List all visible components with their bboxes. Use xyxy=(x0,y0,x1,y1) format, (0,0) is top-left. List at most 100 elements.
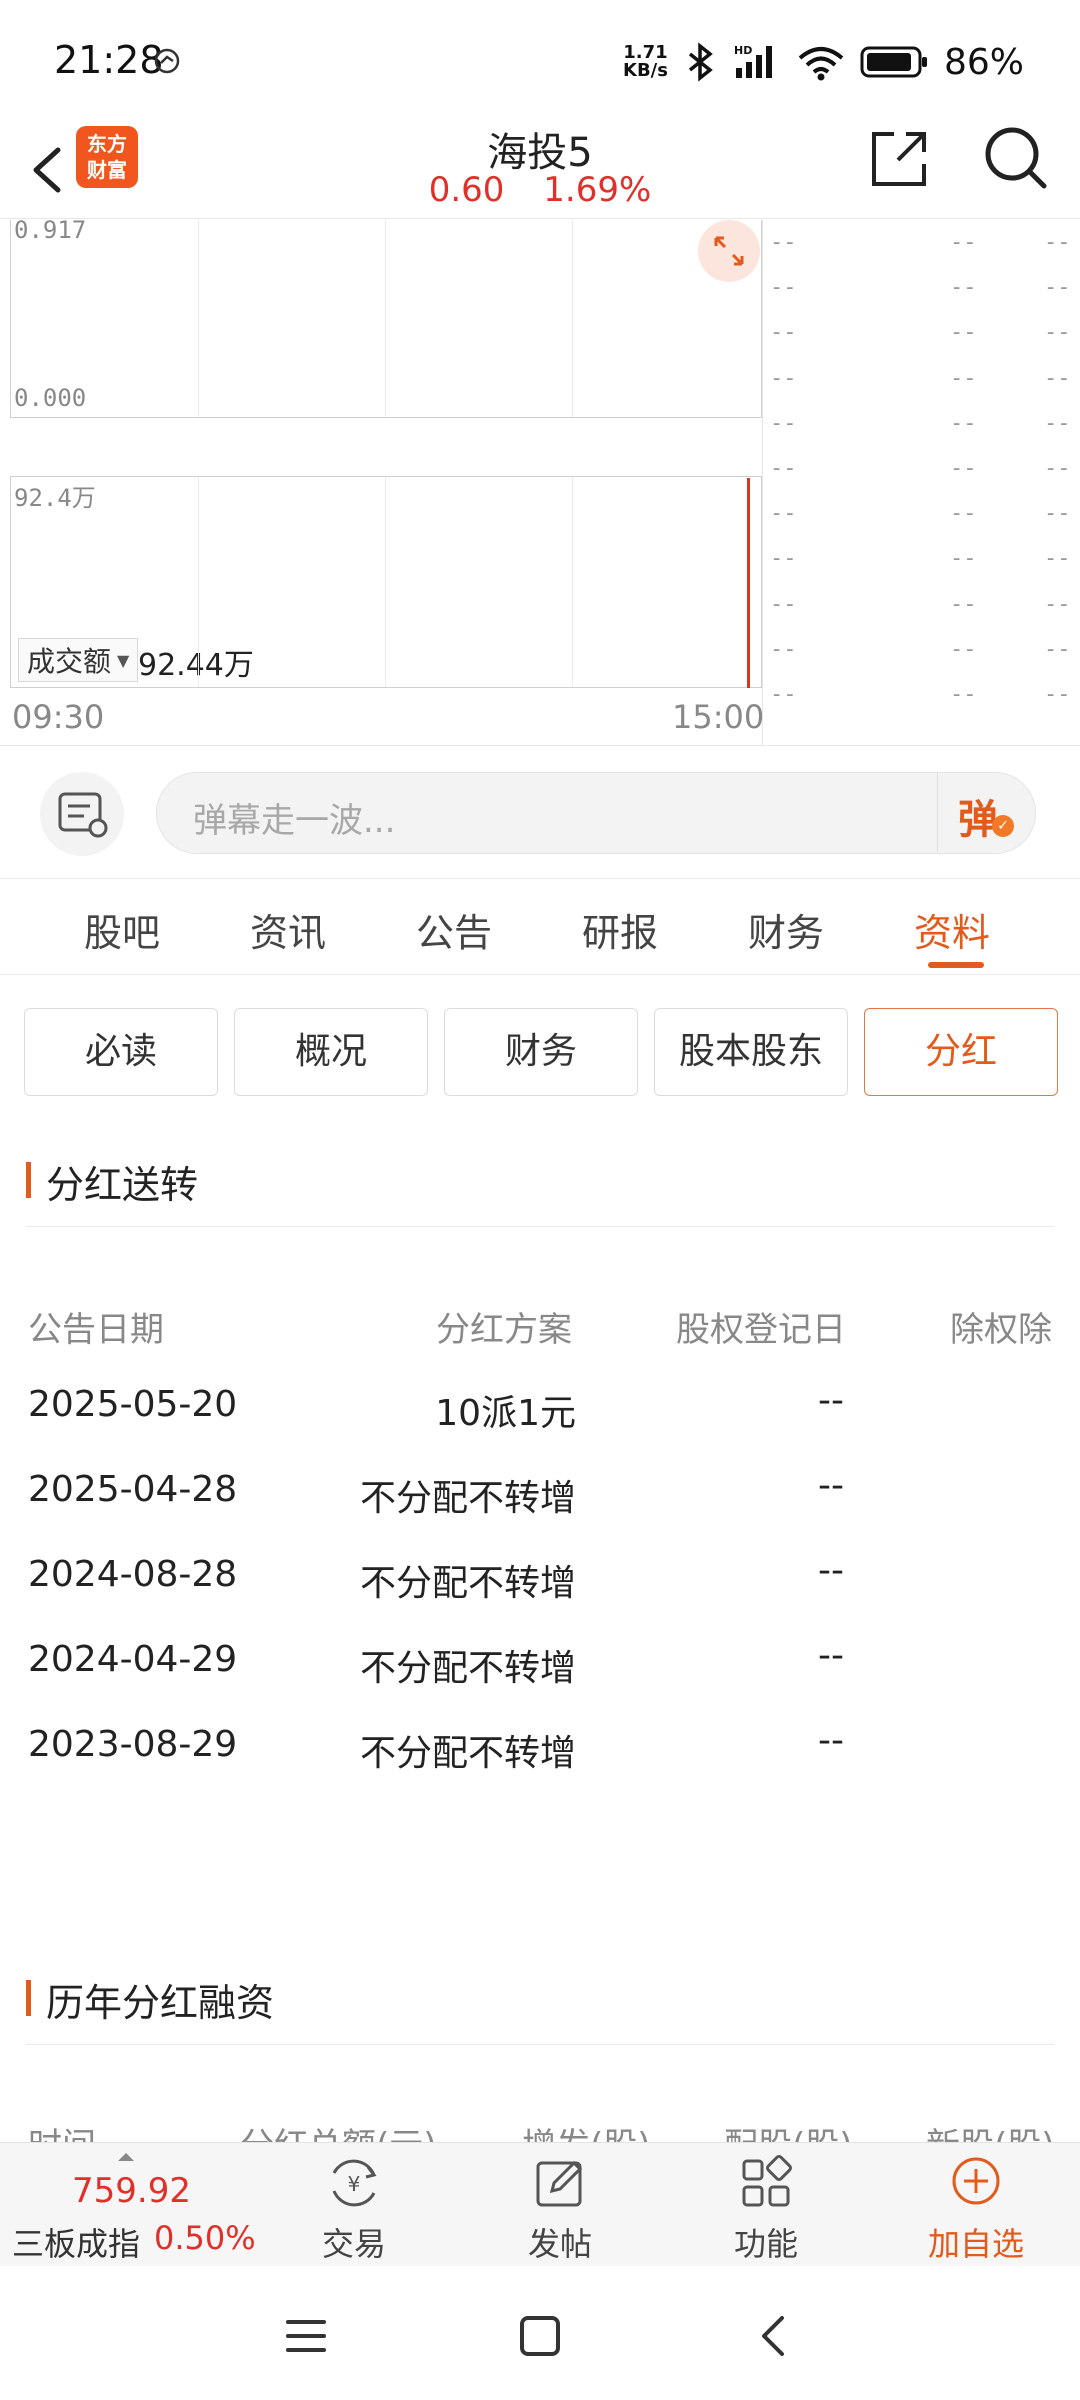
grid-line xyxy=(572,220,573,417)
order-book-cell: -- xyxy=(770,230,797,255)
active-tab-indicator xyxy=(928,962,984,968)
order-book-cell: -- xyxy=(950,501,977,527)
notification-icon xyxy=(154,48,180,74)
bottom-toolbar: 759.92 三板成指 0.50% ¥ 交易 发帖 功能 加自选 xyxy=(0,2142,1080,2266)
system-navigation-bar xyxy=(0,2266,1080,2400)
search-icon[interactable] xyxy=(980,122,1050,192)
menu-icon[interactable] xyxy=(276,2306,336,2366)
row-date: 2024-08-28 xyxy=(28,1554,238,1595)
add-watchlist-button[interactable]: 加自选 xyxy=(916,2153,1036,2263)
share-icon[interactable] xyxy=(868,126,932,190)
index-change: 0.50% xyxy=(154,2219,256,2257)
time-end: 15:00 xyxy=(672,698,765,736)
order-book-cell: -- xyxy=(950,230,977,255)
order-book-cell: -- xyxy=(770,410,797,436)
stock-change-pct: 1.69% xyxy=(543,170,652,210)
order-book-cell: -- xyxy=(950,365,977,391)
volume-axis-top: 92.4万 xyxy=(14,484,96,512)
col-header-total-dividend: 分红总额(元) xyxy=(240,2118,437,2142)
order-book-cell: -- xyxy=(770,320,797,346)
comment-list-button[interactable] xyxy=(40,772,124,856)
bluetooth-icon xyxy=(688,42,713,82)
order-book-cell: -- xyxy=(770,681,797,707)
danmu-input[interactable]: 弹幕走一波... 弹 ✓ xyxy=(156,772,1036,854)
row-date: 2023-08-29 xyxy=(28,1724,238,1765)
trade-button[interactable]: ¥ 交易 xyxy=(294,2153,414,2263)
row-record-date: -- xyxy=(818,1465,844,1506)
order-book-cell: -- xyxy=(770,501,797,527)
order-book-cell: -- xyxy=(1044,410,1071,436)
order-book-cell: -- xyxy=(770,455,797,481)
functions-button[interactable]: 功能 xyxy=(706,2153,826,2263)
grid-line xyxy=(385,477,386,687)
grid-line xyxy=(198,477,199,687)
row-date: 2024-04-29 xyxy=(28,1639,238,1680)
danmu-toggle-button[interactable]: 弹 ✓ xyxy=(937,773,1035,853)
row-record-date: -- xyxy=(818,1550,844,1591)
section-marker xyxy=(26,1162,31,1198)
col-header-record-date: 股权登记日 xyxy=(676,1310,846,1350)
expand-chart-button[interactable] xyxy=(698,220,760,282)
row-date: 2025-05-20 xyxy=(28,1384,238,1425)
row-plan: 不分配不转增 xyxy=(359,1563,576,1604)
section-divider xyxy=(26,2044,1054,2045)
order-book-col-3: -- -- -- -- -- -- -- -- -- -- -- xyxy=(1044,220,1080,717)
col-header-additional-issue: 增发(股) xyxy=(522,2118,651,2142)
order-book-cell: -- xyxy=(770,546,797,572)
subtab-shareholders[interactable]: 股本股东 xyxy=(654,1008,848,1096)
tabs-divider xyxy=(0,974,1080,975)
tab-research[interactable]: 研报 xyxy=(582,902,658,957)
volume-bar xyxy=(747,478,750,688)
row-date: 2025-04-28 xyxy=(28,1469,238,1510)
row-plan: 10派1元 xyxy=(435,1393,576,1434)
tab-guba[interactable]: 股吧 xyxy=(84,902,160,957)
main-tabs: 股吧 资讯 公告 研报 财务 资料 xyxy=(0,880,1080,976)
grid-line xyxy=(198,220,199,417)
tab-news[interactable]: 资讯 xyxy=(250,902,326,957)
subtab-must-read[interactable]: 必读 xyxy=(24,1008,218,1096)
add-watchlist-label: 加自选 xyxy=(927,2225,1024,2263)
order-book-cell: -- xyxy=(1044,636,1071,662)
order-book-cell: -- xyxy=(950,320,977,346)
row-record-date: -- xyxy=(818,1635,844,1676)
post-button[interactable]: 发帖 xyxy=(500,2153,620,2263)
order-book-cell: -- xyxy=(950,410,977,436)
order-book-cell: -- xyxy=(1044,681,1071,707)
price-axis-top: 0.917 xyxy=(14,216,87,244)
caret-up-icon xyxy=(118,2153,134,2161)
col-header-time: 时间 xyxy=(28,2118,96,2142)
subtab-overview[interactable]: 概况 xyxy=(234,1008,428,1096)
svg-text:¥: ¥ xyxy=(348,2172,361,2196)
col-header-ipo: 新股(股) xyxy=(926,2118,1055,2142)
yuan-exchange-icon: ¥ xyxy=(332,2159,377,2207)
row-plan: 不分配不转增 xyxy=(359,1733,576,1774)
index-name: 三板成指 xyxy=(12,2225,141,2263)
net-speed: 1.71 KB/s xyxy=(623,44,668,80)
subtab-dividend[interactable]: 分红 xyxy=(864,1008,1058,1096)
order-book-cell: -- xyxy=(1044,230,1071,255)
home-icon[interactable] xyxy=(510,2306,570,2366)
grid-line xyxy=(572,477,573,687)
intraday-chart[interactable]: 0.917 0.000 成交额 ▼ 92.44万 92.4万 09:30 15:… xyxy=(10,216,765,740)
subtab-finance[interactable]: 财务 xyxy=(444,1008,638,1096)
order-book-cell: -- xyxy=(770,591,797,617)
signal-hd-label: HD xyxy=(734,44,752,57)
order-book-cell: -- xyxy=(950,681,977,707)
order-book-cell: -- xyxy=(1044,455,1071,481)
back-nav-icon[interactable] xyxy=(744,2306,804,2366)
row-plan: 不分配不转增 xyxy=(359,1478,576,1519)
order-book-cell: -- xyxy=(1044,275,1071,301)
trade-label: 交易 xyxy=(321,2225,386,2263)
tab-announcements[interactable]: 公告 xyxy=(416,902,492,957)
order-book-cell: -- xyxy=(770,365,797,391)
expand-icon xyxy=(714,236,744,266)
grid-function-icon xyxy=(742,2155,792,2207)
index-value: 759.92 xyxy=(72,2171,191,2211)
order-book-cell: -- xyxy=(1044,365,1071,391)
comment-divider xyxy=(0,878,1080,879)
order-book-cell: -- xyxy=(770,636,797,662)
grid-line xyxy=(385,220,386,417)
tab-finance[interactable]: 财务 xyxy=(748,902,824,957)
order-book-cell: -- xyxy=(1044,546,1071,572)
tab-profile[interactable]: 资料 xyxy=(914,902,990,957)
